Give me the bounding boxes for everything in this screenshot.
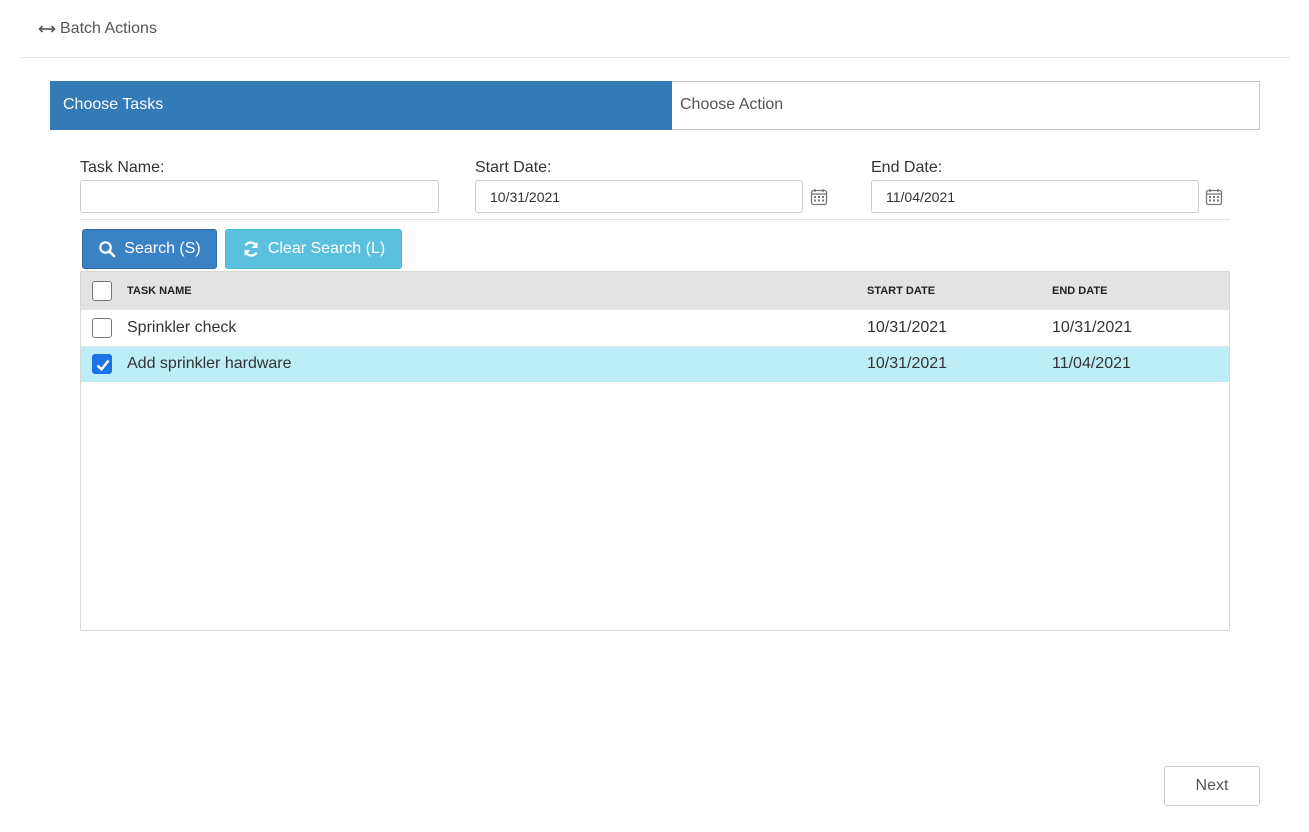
wizard-step-choose-tasks[interactable]: Choose Tasks <box>50 81 672 130</box>
search-button[interactable]: Search (S) <box>82 229 217 269</box>
task-name-label: Task Name: <box>80 159 165 176</box>
page-title: Batch Actions <box>38 20 157 38</box>
clear-search-button-label: Clear Search (L) <box>267 240 386 257</box>
end-date-cell: 11/04/2021 <box>1052 355 1131 372</box>
calendar-icon[interactable] <box>1205 188 1223 206</box>
next-button[interactable]: Next <box>1164 766 1260 806</box>
filter-divider <box>80 219 1230 220</box>
task-name-cell: Sprinkler check <box>127 319 237 336</box>
column-header-start-date[interactable]: START DATE <box>867 272 935 310</box>
select-all-cell <box>81 272 121 310</box>
wizard-step-choose-action[interactable]: Choose Action <box>680 96 783 114</box>
select-all-checkbox[interactable] <box>92 281 112 301</box>
end-date-cell: 10/31/2021 <box>1052 319 1133 336</box>
task-name-input[interactable] <box>80 180 439 213</box>
wizard-steps: Choose Tasks Choose Action <box>50 81 1260 130</box>
table-row[interactable]: Sprinkler check 10/31/2021 10/31/2021 <box>81 310 1229 346</box>
row-checkbox[interactable] <box>92 318 112 338</box>
start-date-cell: 10/31/2021 <box>867 319 948 336</box>
checkmark-icon <box>96 359 110 372</box>
task-name-cell: Add sprinkler hardware <box>127 355 292 372</box>
tasks-grid: TASK NAME START DATE END DATE Sprinkler … <box>80 271 1230 631</box>
start-date-cell: 10/31/2021 <box>867 355 948 372</box>
end-date-label: End Date: <box>871 159 943 176</box>
column-header-end-date[interactable]: END DATE <box>1052 272 1107 310</box>
end-date-input[interactable]: 11/04/2021 <box>871 180 1199 213</box>
page-header: Batch Actions <box>20 0 1290 58</box>
start-date-label: Start Date: <box>475 159 552 176</box>
grid-header: TASK NAME START DATE END DATE <box>81 272 1229 310</box>
row-checkbox[interactable] <box>92 354 112 374</box>
start-date-input[interactable]: 10/31/2021 <box>475 180 803 213</box>
search-button-label: Search (S) <box>124 240 201 257</box>
row-divider <box>81 346 1229 347</box>
page-title-text: Batch Actions <box>60 20 157 37</box>
search-icon <box>99 241 116 258</box>
calendar-icon[interactable] <box>810 188 828 206</box>
wizard-step-label: Choose Tasks <box>63 96 164 113</box>
clear-search-button[interactable]: Clear Search (L) <box>225 229 402 269</box>
left-right-arrow-icon <box>38 25 56 33</box>
refresh-icon <box>244 241 258 257</box>
table-row[interactable]: Add sprinkler hardware 10/31/2021 11/04/… <box>81 346 1229 382</box>
column-header-task-name[interactable]: TASK NAME <box>127 272 192 310</box>
